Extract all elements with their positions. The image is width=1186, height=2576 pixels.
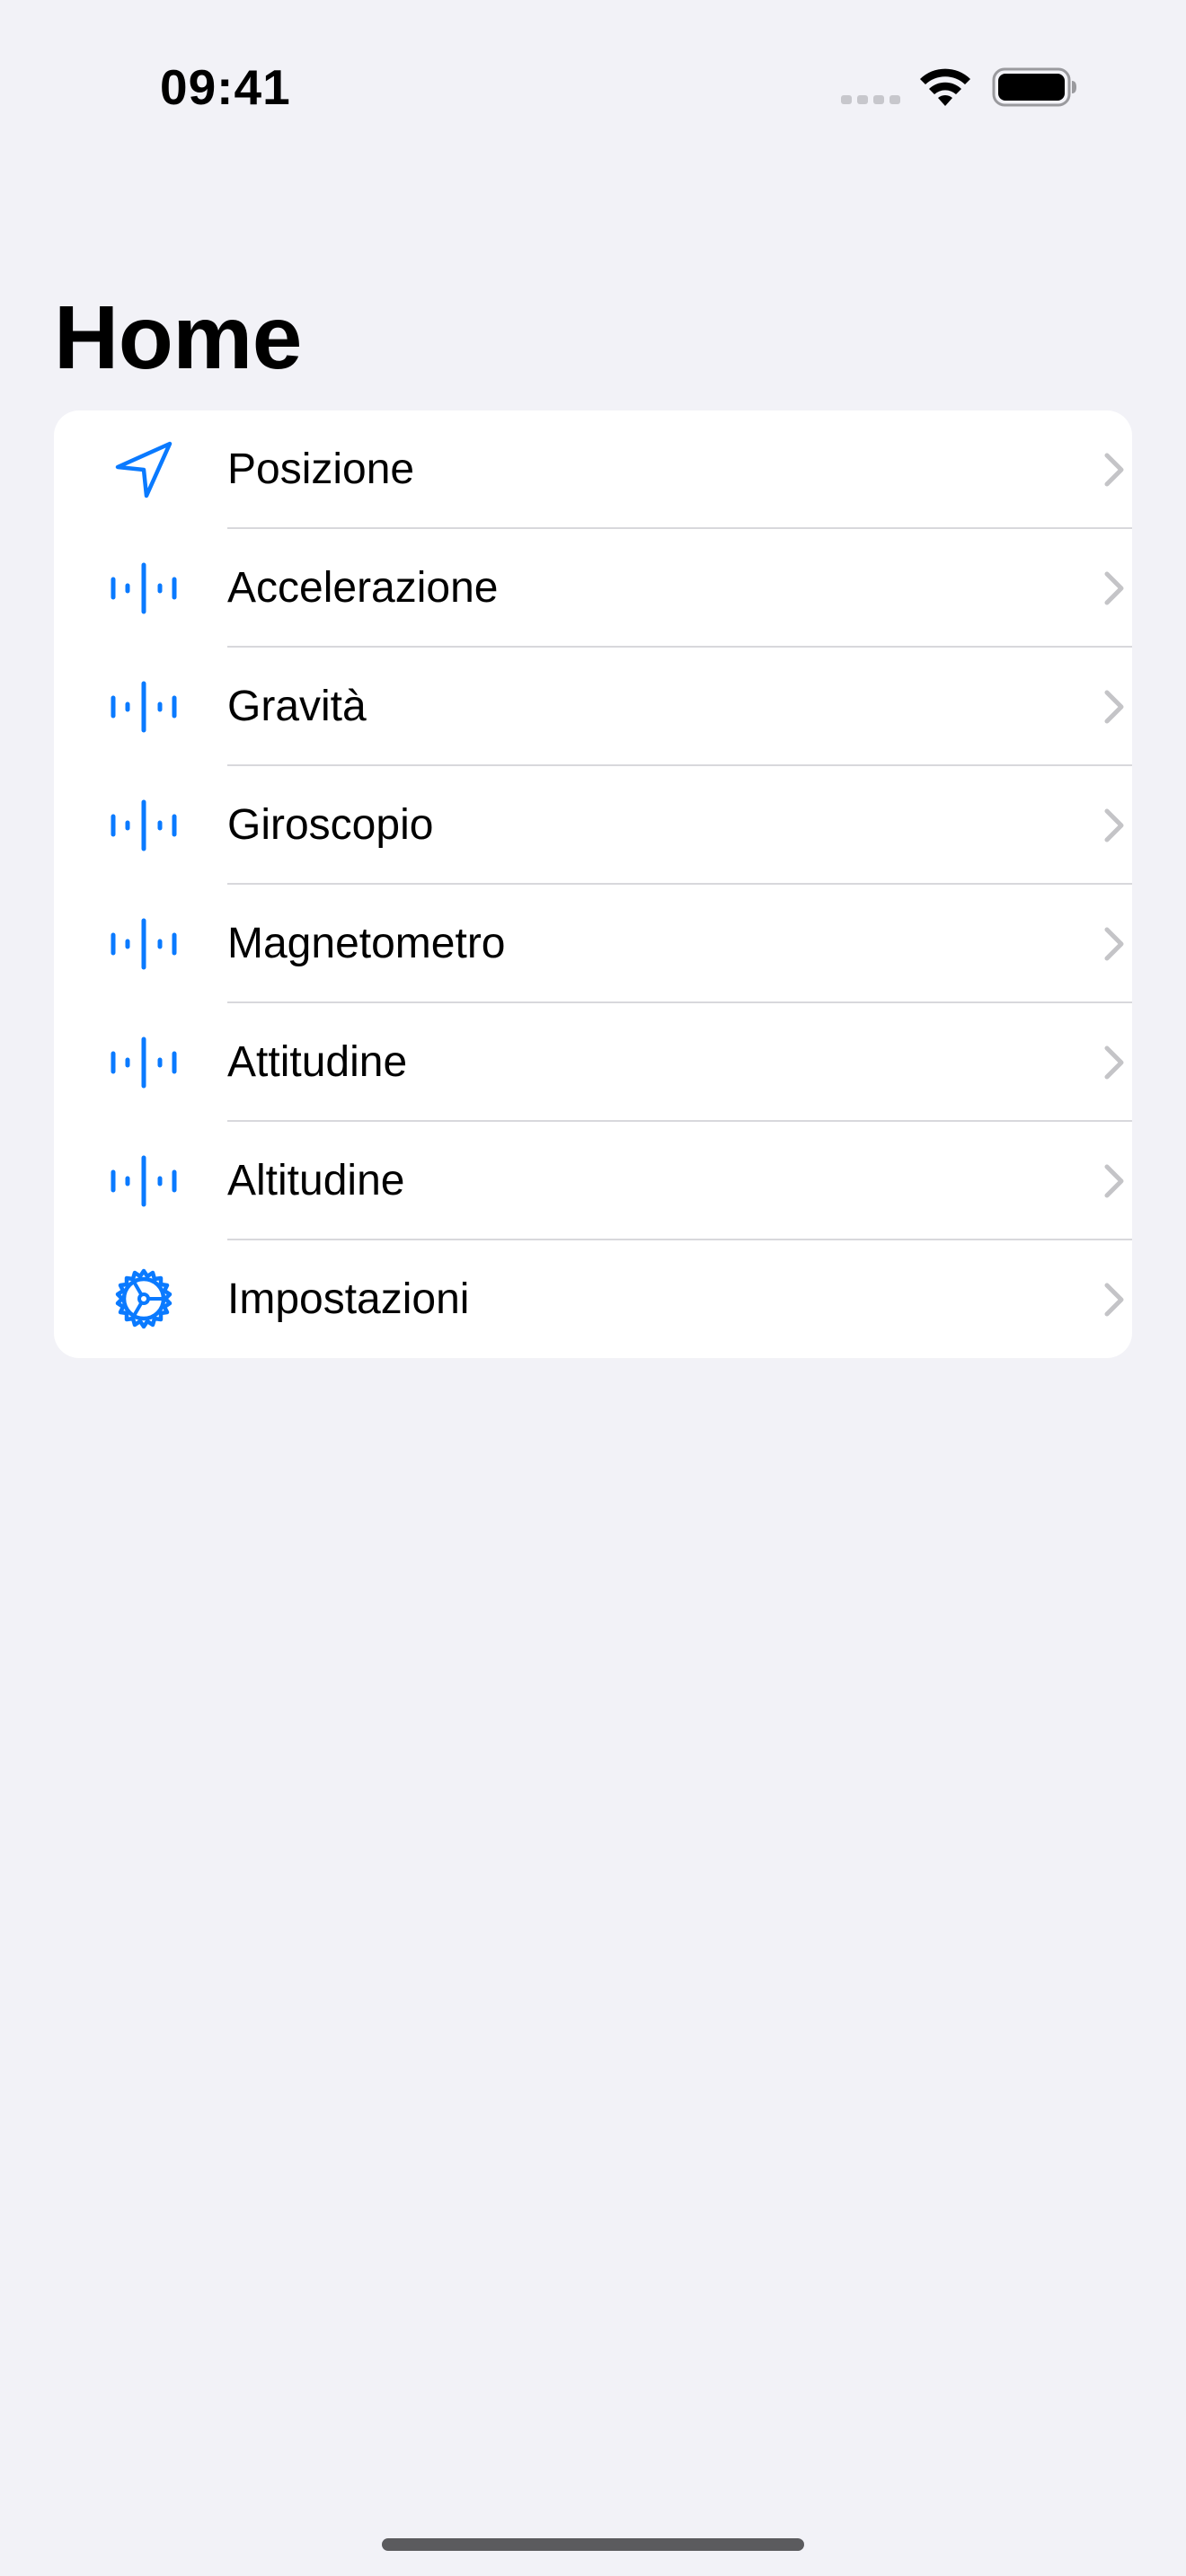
menu-item-accelerazione[interactable]: Accelerazione [54,529,1132,648]
menu-item-attitudine[interactable]: Attitudine [54,1003,1132,1122]
menu-item-posizione[interactable]: Posizione [54,410,1132,529]
screen: 09:41 Home Posizione Accelerazione Gravi… [0,0,1186,2576]
menu-item-label: Attitudine [227,1038,408,1086]
cellular-signal-icon [841,95,900,104]
waveform-icon [108,680,180,734]
menu-item-giroscopio[interactable]: Giroscopio [54,766,1132,885]
page-title: Home [54,287,302,388]
menu-item-label: Accelerazione [227,564,499,612]
menu-item-label: Giroscopio [227,801,434,849]
menu-item-label: Impostazioni [227,1275,470,1323]
menu-list: Posizione Accelerazione Gravità Giroscop… [54,410,1132,1358]
battery-icon [992,67,1076,107]
waveform-icon [108,561,180,615]
menu-item-gravita[interactable]: Gravità [54,648,1132,766]
menu-item-impostazioni[interactable]: Impostazioni [54,1240,1132,1358]
chevron-right-icon [1104,1045,1124,1080]
status-bar: 09:41 [0,0,1186,171]
wifi-icon [920,68,970,106]
menu-item-label: Altitudine [227,1157,405,1204]
chevron-right-icon [1104,1283,1124,1317]
waveform-icon [108,917,180,971]
gear-icon [108,1268,180,1329]
status-time: 09:41 [160,59,291,115]
menu-item-altitudine[interactable]: Altitudine [54,1122,1132,1240]
menu-item-magnetometro[interactable]: Magnetometro [54,885,1132,1003]
home-indicator[interactable] [382,2538,804,2551]
chevron-right-icon [1104,690,1124,724]
waveform-icon [108,1036,180,1090]
waveform-icon [108,798,180,852]
location-arrow-icon [108,441,180,498]
chevron-right-icon [1104,571,1124,605]
menu-item-label: Gravità [227,683,367,730]
menu-item-label: Magnetometro [227,920,506,967]
chevron-right-icon [1104,808,1124,842]
chevron-right-icon [1104,1164,1124,1198]
waveform-icon [108,1154,180,1208]
chevron-right-icon [1104,453,1124,487]
chevron-right-icon [1104,927,1124,961]
menu-item-label: Posizione [227,446,415,493]
